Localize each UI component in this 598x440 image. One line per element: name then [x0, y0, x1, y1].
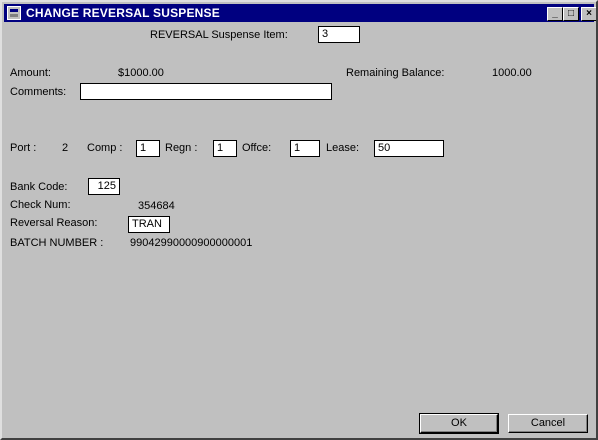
- minimize-icon[interactable]: _: [547, 7, 563, 21]
- offce-field[interactable]: 1: [290, 140, 320, 157]
- comp-label: Comp :: [87, 142, 123, 154]
- window-title: CHANGE REVERSAL SUSPENSE: [26, 6, 220, 20]
- remaining-balance-label: Remaining Balance:: [346, 67, 445, 79]
- check-num-value: 354684: [138, 200, 175, 212]
- maximize-icon[interactable]: □: [563, 7, 579, 21]
- lease-field[interactable]: 50: [374, 140, 444, 157]
- port-value: 2: [62, 142, 69, 154]
- amount-label: Amount:: [10, 67, 51, 79]
- batch-number-label: BATCH NUMBER :: [10, 237, 104, 249]
- app-icon[interactable]: [7, 6, 21, 20]
- batch-number-value: 99042990000900000001: [130, 237, 253, 249]
- comments-field[interactable]: [80, 83, 332, 100]
- suspense-item-field[interactable]: 3: [318, 26, 360, 43]
- lease-label: Lease:: [326, 142, 360, 154]
- reversal-reason-field[interactable]: TRAN: [128, 216, 170, 233]
- remaining-balance-value: 1000.00: [492, 67, 532, 79]
- suspense-item-label: REVERSAL Suspense Item:: [150, 29, 288, 41]
- bank-code-field[interactable]: 125: [88, 178, 120, 195]
- offce-label: Offce:: [242, 142, 272, 154]
- check-num-label: Check Num:: [10, 199, 71, 211]
- regn-field[interactable]: 1: [213, 140, 237, 157]
- comments-label: Comments:: [10, 86, 67, 98]
- comp-field[interactable]: 1: [136, 140, 160, 157]
- amount-value: $1000.00: [118, 67, 164, 79]
- regn-label: Regn :: [165, 142, 198, 154]
- ok-button[interactable]: OK: [419, 413, 499, 434]
- title-bar[interactable]: CHANGE REVERSAL SUSPENSE _ □ ×: [4, 4, 596, 22]
- reversal-reason-label: Reversal Reason:: [10, 217, 98, 229]
- port-label: Port :: [10, 142, 37, 154]
- cancel-button[interactable]: Cancel: [508, 414, 588, 433]
- close-icon[interactable]: ×: [581, 7, 596, 21]
- change-reversal-suspense-window: CHANGE REVERSAL SUSPENSE _ □ × REVERSAL …: [0, 0, 598, 440]
- bank-code-label: Bank Code:: [10, 181, 68, 193]
